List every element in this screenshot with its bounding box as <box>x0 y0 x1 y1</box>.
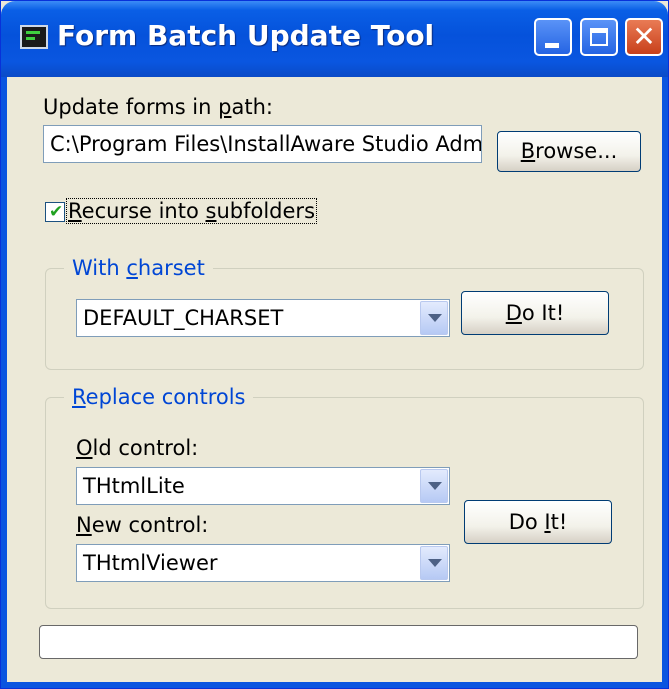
minimize-button[interactable] <box>534 18 572 56</box>
close-icon: ✕ <box>632 20 656 53</box>
replace-group-title: Replace controls <box>64 385 254 409</box>
window-title: Form Batch Update Tool <box>57 19 435 52</box>
checkmark-icon: ✔ <box>49 202 64 222</box>
recurse-checkbox[interactable]: ✔ <box>45 202 65 222</box>
recurse-label[interactable]: Recurse into subfolders <box>66 198 318 224</box>
chevron-down-icon <box>428 559 442 567</box>
replace-do-it-button[interactable]: Do It! <box>464 500 612 544</box>
progress-bar <box>39 625 638 659</box>
title-bar[interactable]: Form Batch Update Tool ✕ <box>1 1 668 77</box>
app-window: Form Batch Update Tool ✕ Update forms in… <box>0 0 669 689</box>
path-input[interactable]: C:\Program Files\InstallAware Studio Adm… <box>43 125 482 163</box>
maximize-icon <box>590 28 608 46</box>
minimize-icon <box>545 43 559 48</box>
charset-do-it-button[interactable]: Do It! <box>461 291 609 335</box>
app-console-icon[interactable] <box>20 25 48 49</box>
path-input-value: C:\Program Files\InstallAware Studio Adm… <box>50 132 482 156</box>
path-label: Update forms in path: <box>43 95 273 119</box>
new-control-label: New control: <box>76 513 209 537</box>
new-control-select-value: THtmlViewer <box>83 551 218 575</box>
old-control-select[interactable]: THtmlLite <box>76 467 450 505</box>
close-button[interactable]: ✕ <box>625 18 663 56</box>
charset-group-title: With charset <box>64 256 213 280</box>
dialog-body: Update forms in path: C:\Program Files\I… <box>1 77 668 688</box>
chevron-down-icon <box>428 482 442 490</box>
chevron-down-icon <box>428 314 442 322</box>
old-control-select-value: THtmlLite <box>83 474 185 498</box>
charset-dropdown-button[interactable] <box>420 301 448 335</box>
maximize-button[interactable] <box>580 18 618 56</box>
charset-select-value: DEFAULT_CHARSET <box>83 306 284 330</box>
browse-button[interactable]: Browse... <box>497 131 641 172</box>
old-control-label: Old control: <box>76 436 199 460</box>
old-control-dropdown-button[interactable] <box>420 469 448 503</box>
new-control-select[interactable]: THtmlViewer <box>76 544 450 582</box>
charset-select[interactable]: DEFAULT_CHARSET <box>76 299 450 337</box>
new-control-dropdown-button[interactable] <box>420 546 448 580</box>
